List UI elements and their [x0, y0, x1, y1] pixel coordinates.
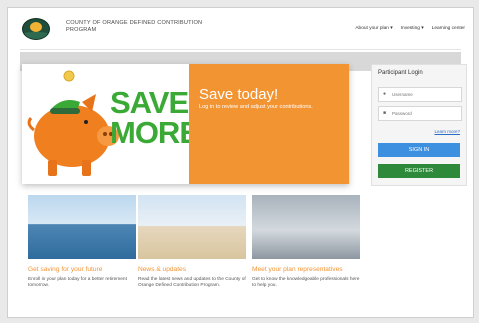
card-text: Enroll in your plan today for a better r… — [28, 276, 127, 288]
hero-title: Save today! — [199, 86, 279, 103]
hero-callout: Save today! Log in to review and adjust … — [189, 64, 349, 184]
login-title: Participant Login — [378, 70, 423, 76]
lock-icon: ■ — [383, 110, 387, 116]
county-logo[interactable] — [22, 18, 50, 40]
hero-image: SAVE MORE — [22, 64, 189, 184]
couple-on-bikes-image — [138, 195, 246, 259]
logo-land-icon — [23, 32, 49, 39]
sign-in-button[interactable]: SIGN IN — [378, 143, 460, 157]
logo-sun-icon — [30, 22, 42, 32]
site-header: COUNTY OF ORANGE DEFINED CONTRIBUTION PR… — [8, 8, 473, 48]
card-meet-reps[interactable]: Meet your plan representatives Get to kn… — [252, 195, 360, 289]
learn-more-link[interactable]: Learn more? — [434, 129, 460, 134]
card-title[interactable]: Meet your plan representatives — [252, 266, 360, 274]
nav-about-plan[interactable]: About your plan ▾ — [355, 26, 392, 31]
register-button[interactable]: REGISTER — [378, 164, 460, 178]
username-field[interactable]: ● — [378, 87, 462, 102]
browser-frame: COUNTY OF ORANGE DEFINED CONTRIBUTION PR… — [7, 7, 474, 318]
save-word: SAVE — [110, 85, 189, 120]
nav-learning-center[interactable]: Learning center — [432, 26, 465, 31]
organization-name: COUNTY OF ORANGE DEFINED CONTRIBUTION PR… — [66, 20, 236, 33]
org-line-2: PROGRAM — [66, 26, 97, 33]
card-news-updates[interactable]: News & updates Read the latest news and … — [138, 195, 246, 289]
couple-on-boat-image — [28, 195, 136, 259]
participant-login-panel: Participant Login ● ■ Learn more? SIGN I… — [371, 64, 467, 186]
username-input[interactable] — [392, 89, 458, 99]
card-title[interactable]: Get saving for your future — [28, 266, 136, 274]
nav-investing[interactable]: Investing ▾ — [401, 26, 424, 31]
password-field[interactable]: ■ — [378, 106, 462, 121]
card-text: Get to know the knowledgeable profession… — [252, 276, 360, 288]
header-divider — [20, 49, 461, 50]
hero-subtitle: Log in to review and adjust your contrib… — [199, 104, 313, 110]
card-get-saving[interactable]: Get saving for your future Enroll in you… — [28, 195, 136, 289]
hero-banner: SAVE MORE Save today! Log in to review a… — [22, 64, 349, 184]
card-text: Read the latest news and updates to the … — [138, 276, 246, 288]
user-icon: ● — [383, 91, 387, 97]
password-input[interactable] — [392, 108, 458, 118]
save-more-graphic: SAVE MORE — [110, 85, 189, 150]
top-navigation: About your plan ▾ Investing ▾ Learning c… — [355, 26, 465, 31]
card-title[interactable]: News & updates — [138, 266, 246, 274]
more-word: MORE — [110, 115, 189, 150]
handshake-image — [252, 195, 360, 259]
